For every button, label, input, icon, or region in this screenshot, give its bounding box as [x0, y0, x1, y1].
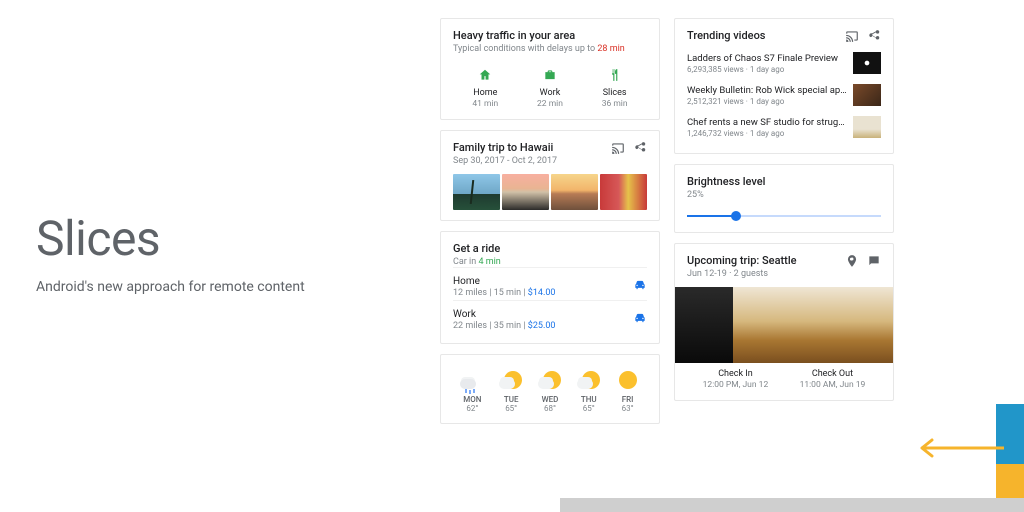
traffic-subtitle: Typical conditions with delays up to 28 …	[453, 44, 647, 54]
album-title: Family trip to Hawaii	[453, 141, 557, 154]
decorative-arrow-icon	[914, 438, 1004, 458]
video-thumbnail	[853, 52, 881, 74]
trending-item[interactable]: Chef rents a new SF studio for strugglin…	[687, 111, 881, 143]
brightness-title: Brightness level	[687, 175, 881, 188]
ride-subtitle: Car in 4 min	[453, 257, 647, 267]
briefcase-icon	[537, 68, 563, 84]
trip-title: Upcoming trip: Seattle	[687, 254, 797, 267]
weather-day[interactable]: MON 62°	[461, 369, 483, 413]
album-dates: Sep 30, 2017 - Oct 2, 2017	[453, 156, 557, 166]
trip-card[interactable]: Upcoming trip: Seattle Jun 12-19 · 2 gue…	[674, 243, 894, 401]
cards-column-left: Heavy traffic in your area Typical condi…	[440, 18, 660, 424]
brightness-value: 25%	[687, 190, 881, 200]
brightness-slider[interactable]	[687, 210, 881, 222]
trending-title: Trending videos	[687, 29, 765, 42]
trending-item[interactable]: Ladders of Chaos S7 Finale Preview6,293,…	[687, 47, 881, 79]
message-icon[interactable]	[867, 254, 881, 272]
weather-partly-icon	[578, 369, 600, 391]
hero-panel: Slices Android's new approach for remote…	[36, 210, 396, 295]
weather-day[interactable]: TUE 65°	[500, 369, 522, 413]
traffic-delay: 28 min	[597, 44, 624, 54]
video-thumbnail	[853, 116, 881, 138]
decorative-block	[996, 464, 1024, 498]
trending-card[interactable]: Trending videos Ladders of Chaos S7 Fina…	[674, 18, 894, 154]
cast-icon[interactable]	[611, 141, 625, 159]
ride-row-work[interactable]: Work 22 miles | 35 min | $25.00	[453, 300, 647, 333]
restaurant-icon	[602, 68, 628, 84]
share-icon[interactable]	[867, 29, 881, 47]
weather-day[interactable]: THU 65°	[578, 369, 600, 413]
weather-partly-icon	[539, 369, 561, 391]
decorative-bar	[560, 498, 1024, 512]
traffic-item-slices[interactable]: Slices 36 min	[602, 68, 628, 109]
hero-subtitle: Android's new approach for remote conten…	[36, 279, 396, 295]
album-thumb[interactable]	[453, 174, 500, 210]
album-card[interactable]: Family trip to Hawaii Sep 30, 2017 - Oct…	[440, 130, 660, 221]
ride-card[interactable]: Get a ride Car in 4 min Home 12 miles | …	[440, 231, 660, 344]
location-icon[interactable]	[845, 254, 859, 272]
car-icon	[633, 278, 647, 296]
weather-day[interactable]: WED 68°	[539, 369, 561, 413]
ride-title: Get a ride	[453, 242, 647, 255]
weather-sunny-icon	[617, 369, 639, 391]
checkout-block[interactable]: Check Out 11:00 AM, Jun 19	[800, 369, 866, 390]
car-icon	[633, 311, 647, 329]
trip-photo	[675, 287, 893, 363]
weather-day[interactable]: FRI 63°	[617, 369, 639, 413]
video-thumbnail	[853, 84, 881, 106]
traffic-title: Heavy traffic in your area	[453, 29, 647, 42]
hero-title: Slices	[36, 210, 396, 267]
slider-thumb[interactable]	[731, 211, 741, 221]
traffic-item-work[interactable]: Work 22 min	[537, 68, 563, 109]
trending-item[interactable]: Weekly Bulletin: Rob Wick special appear…	[687, 79, 881, 111]
ride-eta: 4 min	[478, 257, 500, 267]
home-icon	[472, 68, 498, 84]
weather-card[interactable]: MON 62° TUE 65° WED 68° THU 65°	[440, 354, 660, 424]
brightness-card[interactable]: Brightness level 25%	[674, 164, 894, 233]
album-thumb[interactable]	[551, 174, 598, 210]
cards-grid: Heavy traffic in your area Typical condi…	[440, 18, 894, 424]
traffic-card[interactable]: Heavy traffic in your area Typical condi…	[440, 18, 660, 120]
checkin-block[interactable]: Check In 12:00 PM, Jun 12	[703, 369, 769, 390]
weather-partly-icon	[500, 369, 522, 391]
ride-row-home[interactable]: Home 12 miles | 15 min | $14.00	[453, 267, 647, 300]
trip-subtitle: Jun 12-19 · 2 guests	[687, 269, 797, 279]
album-thumb[interactable]	[502, 174, 549, 210]
cards-column-right: Trending videos Ladders of Chaos S7 Fina…	[674, 18, 894, 424]
weather-rain-icon	[461, 369, 483, 391]
album-thumb[interactable]	[600, 174, 647, 210]
cast-icon[interactable]	[845, 29, 859, 47]
trip-checkin-row: Check In 12:00 PM, Jun 12 Check Out 11:0…	[687, 369, 881, 390]
traffic-item-home[interactable]: Home 41 min	[472, 68, 498, 109]
share-icon[interactable]	[633, 141, 647, 159]
traffic-destinations: Home 41 min Work 22 min Slices 36 min	[453, 68, 647, 109]
album-thumbnails	[453, 174, 647, 210]
